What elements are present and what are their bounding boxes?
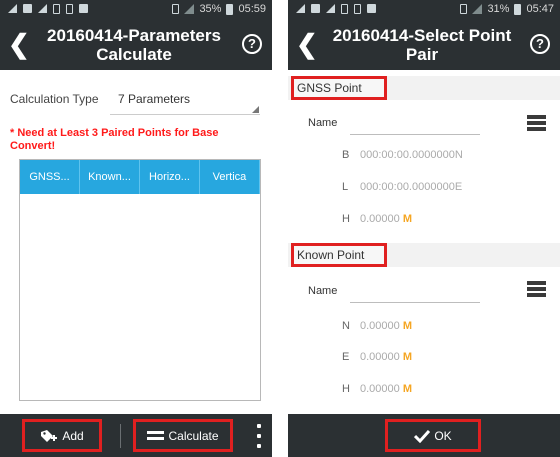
known-section-label: Known Point — [291, 243, 387, 267]
battery-icon — [514, 3, 522, 15]
usb-icon — [341, 4, 348, 14]
known-coord-n: N 0.00000 M — [342, 320, 412, 332]
gnss-coord-l: L 000:00:00.0000000E — [342, 181, 462, 193]
signal-icon — [8, 4, 17, 13]
usb-icon — [53, 4, 60, 14]
page-title: 20160414-Select Point Pair — [322, 26, 522, 64]
table-header: GNSS... Known... Horizo... Vertica — [20, 160, 260, 194]
coord-label: B — [342, 149, 350, 161]
coord-value: 0.00000 — [360, 383, 400, 395]
checkmark-icon — [414, 429, 431, 443]
signal-icon — [296, 4, 305, 13]
usb-icon — [66, 4, 73, 14]
warning-message: * Need at Least 3 Paired Points for Base… — [10, 127, 219, 152]
battery-percent: 31% — [487, 3, 510, 15]
column-header-known[interactable]: Known... — [80, 160, 140, 194]
image-icon — [23, 4, 32, 13]
notification-icon — [367, 4, 376, 13]
status-bar: 31% 05:47 — [288, 0, 560, 20]
status-time: 05:47 — [526, 3, 554, 15]
back-arrow-icon[interactable]: ❮ — [8, 30, 30, 58]
page-title: 20160414-Parameters Calculate — [34, 26, 234, 64]
page-title-line1: 20160414-Select Point — [332, 26, 512, 45]
page-title-line2: Pair — [405, 45, 439, 64]
ok-button[interactable]: OK — [385, 419, 481, 452]
help-icon[interactable]: ? — [530, 34, 550, 54]
battery-percent: 35% — [199, 3, 222, 15]
status-time: 05:59 — [238, 3, 266, 15]
calculation-type-label: Calculation Type — [10, 92, 99, 106]
gnss-point-list-icon[interactable] — [527, 115, 546, 131]
select-point-pair-screen: 31% 05:47 ❮ 20160414-Select Point Pair ?… — [288, 0, 560, 457]
gnss-name-label: Name — [308, 117, 338, 129]
known-name-label: Name — [308, 285, 338, 297]
page-title-line1: 20160414-Parameters — [47, 26, 221, 45]
parameters-calculate-screen: 35% 05:59 ❮ 20160414-Parameters Calculat… — [0, 0, 272, 457]
coord-label: E — [342, 351, 350, 363]
signal-icon — [38, 4, 47, 13]
add-button-label: Add — [62, 428, 84, 443]
column-header-horizontal[interactable]: Horizo... — [140, 160, 200, 194]
dropdown-corner-icon[interactable] — [252, 106, 259, 113]
add-point-icon — [41, 429, 58, 442]
known-coord-e: E 0.00000 M — [342, 351, 412, 363]
coord-value: 0.00000 — [360, 320, 400, 332]
add-button[interactable]: Add — [22, 419, 102, 452]
bar-divider — [120, 424, 121, 448]
status-bar: 35% 05:59 — [0, 0, 272, 20]
known-coord-h: H 0.00000 M — [342, 383, 412, 395]
title-bar: ❮ 20160414-Select Point Pair ? — [288, 20, 560, 70]
page-title-line2: Calculate — [96, 45, 172, 64]
coord-unit: M — [402, 213, 412, 225]
gnss-name-field[interactable] — [350, 134, 480, 135]
overflow-menu-icon[interactable] — [256, 424, 262, 448]
calculation-type-underline — [110, 114, 260, 115]
signal-icon — [326, 4, 335, 13]
coord-label: L — [342, 181, 349, 193]
coord-label: N — [342, 320, 350, 332]
help-icon[interactable]: ? — [242, 34, 262, 54]
point-pair-table: GNSS... Known... Horizo... Vertica — [19, 159, 261, 401]
coord-value: 000:00:00.0000000E — [360, 181, 463, 193]
gnss-coord-b: B 000:00:00.0000000N — [342, 149, 463, 161]
title-bar: ❮ 20160414-Parameters Calculate ? — [0, 20, 272, 70]
cell-signal-icon — [184, 4, 195, 14]
column-header-vertical[interactable]: Vertica — [200, 160, 260, 194]
coord-label: H — [342, 213, 350, 225]
bottom-action-bar: Add Calculate — [0, 414, 272, 457]
ok-button-label: OK — [434, 428, 452, 443]
calculate-icon — [147, 431, 165, 440]
cell-signal-icon — [472, 4, 483, 14]
vibrate-icon — [172, 4, 180, 14]
coord-label: H — [342, 383, 350, 395]
vibrate-icon — [460, 4, 468, 14]
coord-value: 0.00000 — [360, 213, 400, 225]
calculate-button-label: Calculate — [168, 428, 219, 443]
image-icon — [311, 4, 320, 13]
coord-unit: M — [402, 320, 412, 332]
calculate-button[interactable]: Calculate — [133, 419, 233, 452]
coord-unit: M — [402, 383, 412, 395]
notification-icon — [79, 4, 88, 13]
back-arrow-icon[interactable]: ❮ — [296, 30, 318, 58]
coord-value: 0.00000 — [360, 351, 400, 363]
column-header-gnss[interactable]: GNSS... — [20, 160, 80, 194]
bottom-action-bar: OK — [288, 414, 560, 457]
gnss-section-label: GNSS Point — [291, 76, 387, 100]
known-point-list-icon[interactable] — [527, 281, 546, 297]
calculation-type-select[interactable]: 7 Parameters — [118, 92, 190, 106]
known-name-field[interactable] — [350, 302, 480, 303]
gnss-coord-h: H 0.00000 M — [342, 213, 412, 225]
coord-value: 000:00:00.0000000N — [360, 149, 463, 161]
battery-icon — [226, 3, 234, 15]
coord-unit: M — [402, 351, 412, 363]
usb-icon — [354, 4, 361, 14]
